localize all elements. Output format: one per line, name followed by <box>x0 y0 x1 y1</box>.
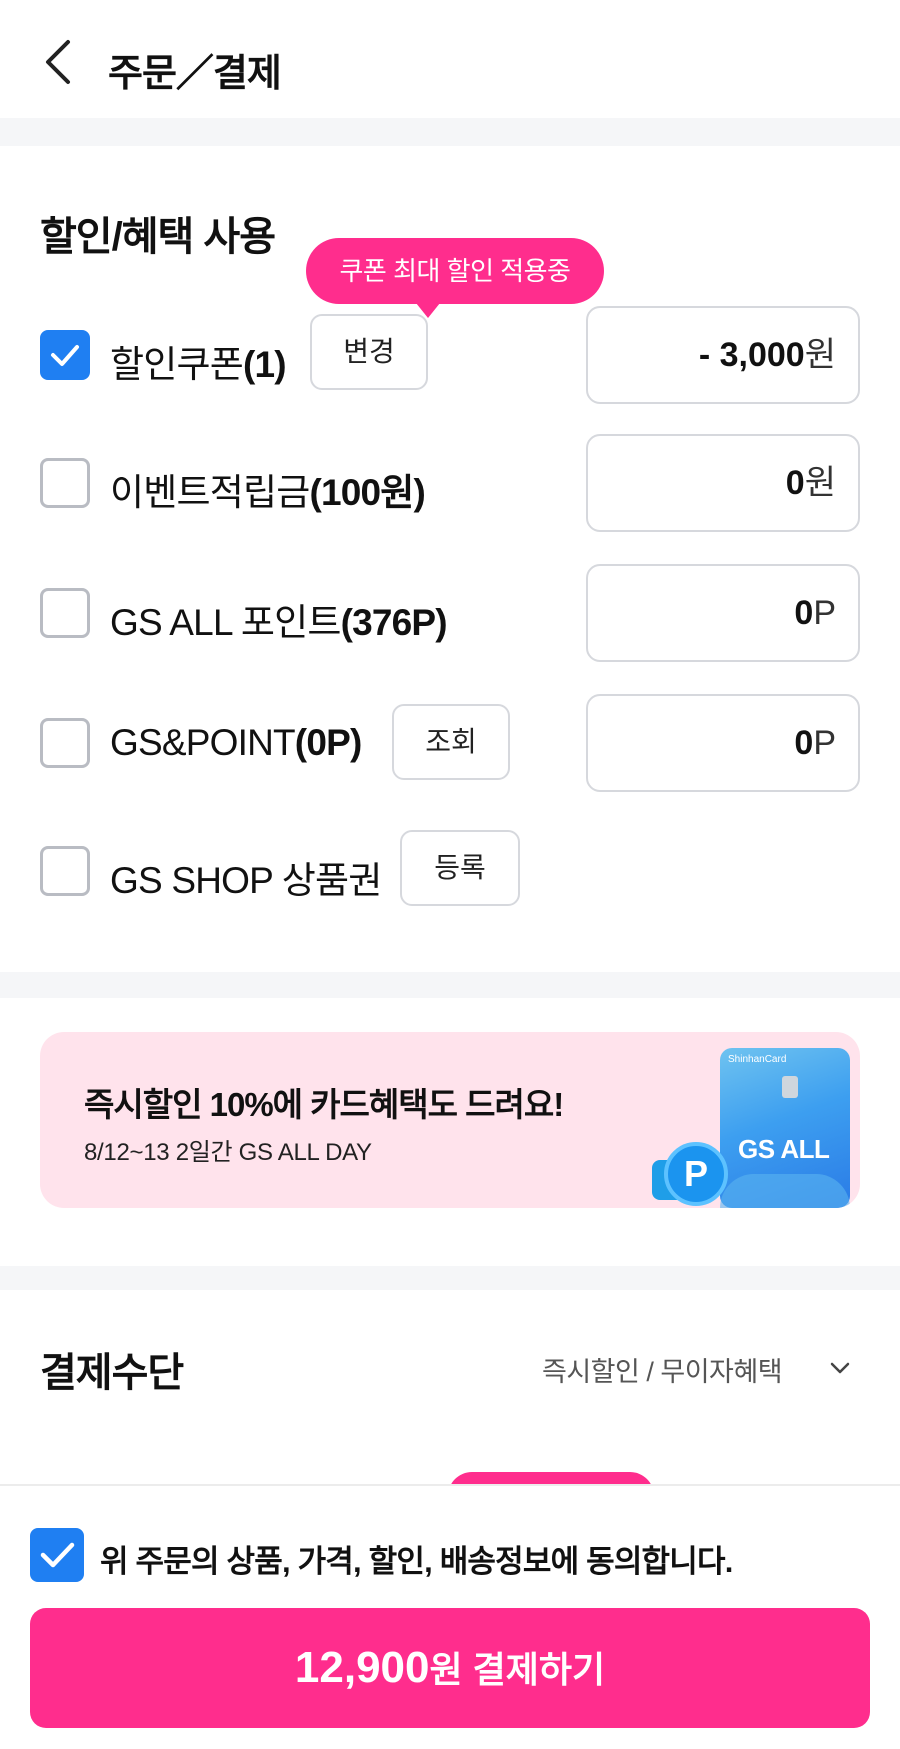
pay-button[interactable]: 12,900원 결제하기 <box>30 1608 870 1728</box>
pay-amount: 12,900 <box>294 1643 430 1692</box>
gift-card-label: GS SHOP 상품권 <box>110 860 382 901</box>
payment-section-title: 결제수단 <box>40 1351 184 1395</box>
card-chip <box>782 1076 798 1098</box>
discount-section-title: 할인/혜택 사용 <box>40 215 276 259</box>
banner-title: 즉시할인 10%에 카드혜택도 드려요! <box>84 1086 564 1123</box>
event-points-label: 이벤트적립금(100원) <box>110 472 426 513</box>
coupon-amount-field[interactable]: - 3,000원 <box>586 306 860 404</box>
banner-subtitle: 8/12~13 2일간 GS ALL DAY <box>84 1139 372 1166</box>
gs-and-point-checkbox[interactable] <box>40 718 90 768</box>
agree-checkbox[interactable] <box>30 1528 84 1582</box>
event-points-amount-field[interactable]: 0원 <box>586 434 860 532</box>
coupon-label: 할인쿠폰(1) <box>110 344 287 385</box>
gift-card-checkbox[interactable] <box>40 846 90 896</box>
page-title: 주문／결제 <box>108 53 282 95</box>
lookup-point-button[interactable]: 조회 <box>392 704 510 780</box>
check-icon <box>51 345 79 366</box>
section-divider <box>0 1266 900 1290</box>
coupon-checkbox[interactable] <box>40 330 90 380</box>
discount-row-gs-and-point: GS&POINT(0P) 조회 0P <box>0 694 900 794</box>
gs-all-point-checkbox[interactable] <box>40 588 90 638</box>
event-points-checkbox[interactable] <box>40 458 90 508</box>
section-divider <box>0 118 900 146</box>
card-wave <box>720 1174 850 1208</box>
gs-all-point-amount-field[interactable]: 0P <box>586 564 860 662</box>
coupon-tooltip: 쿠폰 최대 할인 적용중 <box>306 238 604 304</box>
card-promo-banner[interactable]: 즉시할인 10%에 카드혜택도 드려요! 8/12~13 2일간 GS ALL … <box>40 1032 860 1208</box>
discount-row-event-points: 이벤트적립금(100원) 0원 <box>0 434 900 534</box>
section-divider <box>0 972 900 998</box>
gs-and-point-amount-field[interactable]: 0P <box>586 694 860 792</box>
back-button[interactable] <box>40 36 80 88</box>
chevron-left-icon <box>46 40 70 84</box>
change-coupon-button[interactable]: 변경 <box>310 314 428 390</box>
discount-row-gs-all-point: GS ALL 포인트(376P) 0P <box>0 564 900 664</box>
app-header: 주문／결제 <box>0 0 900 118</box>
chevron-down-icon[interactable] <box>828 1356 852 1380</box>
gs-all-point-label: GS ALL 포인트(376P) <box>110 602 448 643</box>
check-icon <box>40 1542 75 1568</box>
gs-and-point-label: GS&POINT(0P) <box>110 722 362 763</box>
pay-button-label: 원 결제하기 <box>429 1649 606 1690</box>
card-brand: ShinhanCard <box>728 1054 787 1065</box>
register-gift-card-button[interactable]: 등록 <box>400 830 520 906</box>
agree-label: 위 주문의 상품, 가격, 할인, 배송정보에 동의합니다. <box>100 1544 733 1579</box>
credit-card-image: ShinhanCard GS ALL <box>720 1048 850 1208</box>
point-coin-icon: P <box>664 1142 728 1206</box>
discount-row-gift-card: GS SHOP 상품권 등록 <box>0 822 900 922</box>
discount-row-coupon: 할인쿠폰(1) 변경 - 3,000원 <box>0 306 900 406</box>
card-logo: GS ALL <box>738 1134 830 1164</box>
payment-benefits-link[interactable]: 즉시할인 / 무이자혜택 <box>542 1350 783 1389</box>
